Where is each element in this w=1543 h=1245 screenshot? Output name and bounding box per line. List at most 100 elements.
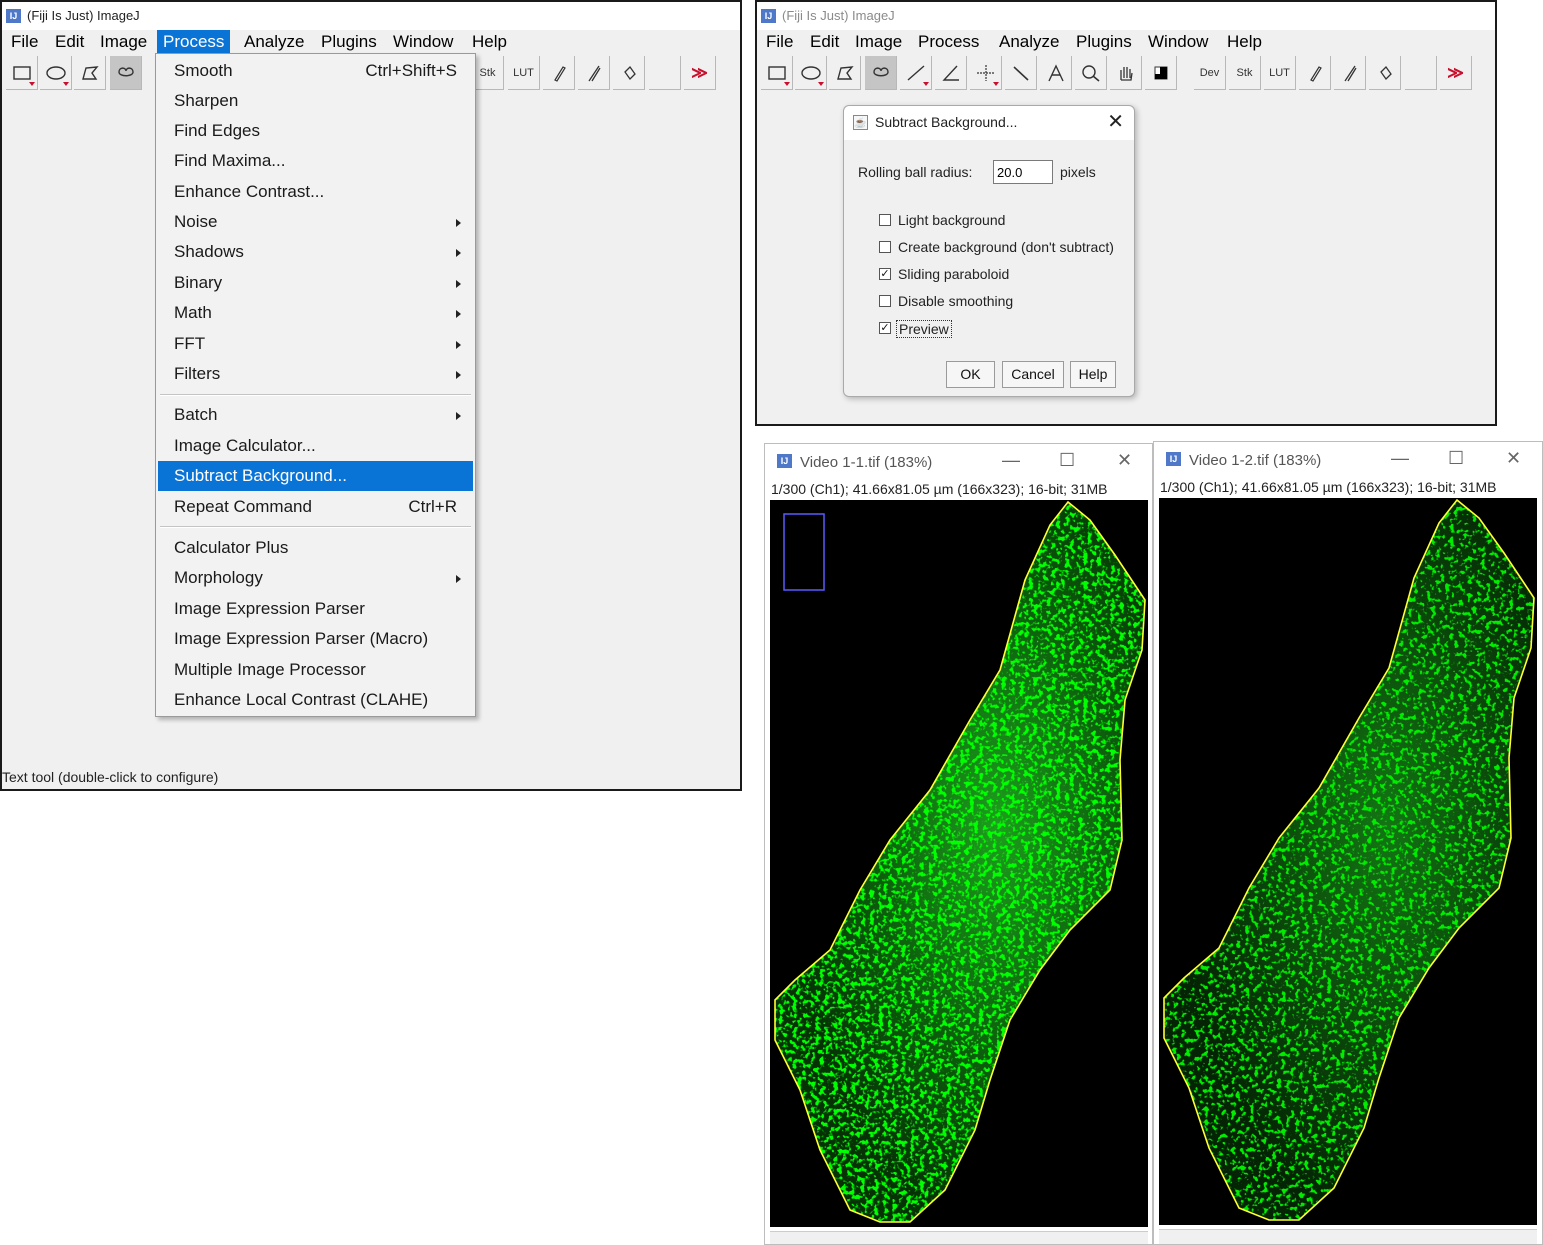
more-tools-icon[interactable]: ≫ [1440, 56, 1472, 90]
menu-analyze[interactable]: Analyze [238, 30, 310, 54]
brush-tool-icon[interactable] [1334, 56, 1366, 90]
close-icon[interactable]: ✕ [1117, 450, 1132, 471]
pencil-tool-icon[interactable] [543, 56, 575, 90]
menu-process[interactable]: Process [912, 30, 985, 54]
image-window-video-1-1: IJ Video 1-1.tif (183%) — ☐ ✕ 1/300 (Ch1… [764, 443, 1153, 1245]
menu-window[interactable]: Window [387, 30, 459, 54]
menu-item-math[interactable]: Math [158, 298, 473, 328]
submenu-arrow-icon [456, 412, 461, 420]
flood-fill-tool-icon[interactable] [613, 56, 645, 90]
flood-fill-tool-icon[interactable] [1369, 56, 1401, 90]
menu-item-repeat-command[interactable]: Repeat Command Ctrl+R [158, 492, 473, 522]
menu-item-image-expression-parser-macro[interactable]: Image Expression Parser (Macro) [158, 624, 473, 654]
help-button[interactable]: Help [1070, 361, 1116, 388]
menu-plugins[interactable]: Plugins [1070, 30, 1138, 54]
lut-tool-icon[interactable]: LUT [508, 56, 540, 90]
rolling-ball-radius-input[interactable] [993, 160, 1053, 184]
menu-image[interactable]: Image [94, 30, 153, 54]
menu-separator [160, 394, 471, 396]
oval-tool-icon[interactable] [795, 56, 827, 90]
menu-window[interactable]: Window [1142, 30, 1214, 54]
sliding-paraboloid-checkbox[interactable]: ✓ [879, 268, 891, 280]
color-picker-tool-icon[interactable] [1145, 56, 1177, 90]
preview-checkbox[interactable]: ✓ [879, 322, 891, 334]
oval-tool-icon[interactable] [40, 56, 72, 90]
minimize-icon[interactable]: — [1002, 450, 1020, 471]
menu-edit[interactable]: Edit [49, 30, 90, 54]
dialog-title-bar: ☕ Subtract Background... ✕ [844, 106, 1134, 140]
create-background-checkbox[interactable] [879, 241, 891, 253]
light-background-checkbox[interactable] [879, 214, 891, 226]
ok-button[interactable]: OK [946, 361, 995, 388]
menu-help[interactable]: Help [466, 30, 513, 54]
menu-item-multiple-image-processor[interactable]: Multiple Image Processor [158, 655, 473, 685]
disable-smoothing-checkbox[interactable] [879, 295, 891, 307]
disable-smoothing-label: Disable smoothing [898, 293, 1014, 309]
menu-item-enhance-contrast[interactable]: Enhance Contrast... [158, 177, 473, 207]
line-tool-icon[interactable] [900, 56, 932, 90]
lut-tool-icon[interactable]: LUT [1264, 56, 1296, 90]
menu-item-morphology[interactable]: Morphology [158, 563, 473, 593]
text-tool-icon[interactable] [1040, 56, 1072, 90]
menu-process[interactable]: Process [157, 30, 231, 54]
close-icon[interactable]: ✕ [1506, 448, 1521, 469]
menu-item-calculator-plus[interactable]: Calculator Plus [158, 533, 473, 563]
image-canvas[interactable] [770, 500, 1148, 1227]
menu-item-subtract-background[interactable]: Subtract Background... [158, 461, 473, 491]
wand-tool-icon[interactable] [1005, 56, 1037, 90]
angle-tool-icon[interactable] [935, 56, 967, 90]
image-canvas[interactable] [1159, 498, 1537, 1225]
cell-image-svg [1163, 498, 1535, 1221]
menu-item-binary[interactable]: Binary [158, 268, 473, 298]
dialog-title: Subtract Background... [875, 114, 1018, 130]
menu-analyze[interactable]: Analyze [993, 30, 1065, 54]
menu-item-label: Math [174, 303, 212, 322]
subtract-background-dialog: ☕ Subtract Background... ✕ Rolling ball … [843, 105, 1135, 397]
menu-item-image-expression-parser[interactable]: Image Expression Parser [158, 594, 473, 624]
stack-tool-icon[interactable]: Stk [472, 56, 504, 90]
cell-image-svg [774, 500, 1146, 1223]
developer-menu-icon[interactable]: Dev [1194, 56, 1226, 90]
polygon-tool-icon[interactable] [74, 56, 106, 90]
menu-item-enhance-local-contrast[interactable]: Enhance Local Contrast (CLAHE) [158, 685, 473, 715]
stack-tool-icon[interactable]: Stk [1229, 56, 1261, 90]
more-tools-icon[interactable]: ≫ [684, 56, 716, 90]
menu-item-filters[interactable]: Filters [158, 359, 473, 389]
menu-file[interactable]: File [5, 30, 44, 54]
menu-item-sharpen[interactable]: Sharpen [158, 86, 473, 116]
polygon-tool-icon[interactable] [829, 56, 861, 90]
brush-tool-icon[interactable] [578, 56, 610, 90]
menu-item-shadows[interactable]: Shadows [158, 237, 473, 267]
rectangle-tool-icon[interactable] [761, 56, 793, 90]
imagej-app-icon: IJ [761, 9, 776, 23]
hand-tool-icon[interactable] [1110, 56, 1142, 90]
menu-image[interactable]: Image [849, 30, 908, 54]
menu-item-find-maxima[interactable]: Find Maxima... [158, 146, 473, 176]
menu-item-batch[interactable]: Batch [158, 400, 473, 430]
zoom-tool-icon[interactable] [1075, 56, 1107, 90]
menu-item-find-edges[interactable]: Find Edges [158, 116, 473, 146]
empty-tool-slot[interactable] [1405, 56, 1437, 90]
minimize-icon[interactable]: — [1391, 448, 1409, 469]
menu-edit[interactable]: Edit [804, 30, 845, 54]
maximize-icon[interactable]: ☐ [1059, 450, 1075, 471]
submenu-arrow-icon [456, 249, 461, 257]
frame-scrollbar[interactable] [770, 1231, 1148, 1244]
menu-plugins[interactable]: Plugins [315, 30, 383, 54]
menu-file[interactable]: File [760, 30, 799, 54]
close-icon[interactable]: ✕ [1107, 112, 1124, 132]
menu-help[interactable]: Help [1221, 30, 1268, 54]
cancel-button[interactable]: Cancel [1002, 361, 1064, 388]
frame-scrollbar[interactable] [1159, 1229, 1537, 1244]
maximize-icon[interactable]: ☐ [1448, 448, 1464, 469]
menu-item-image-calculator[interactable]: Image Calculator... [158, 431, 473, 461]
menu-item-fft[interactable]: FFT [158, 329, 473, 359]
pencil-tool-icon[interactable] [1299, 56, 1331, 90]
menu-item-noise[interactable]: Noise [158, 207, 473, 237]
freehand-tool-icon[interactable] [865, 56, 897, 90]
point-tool-icon[interactable] [970, 56, 1002, 90]
freehand-tool-icon[interactable] [110, 56, 142, 90]
menu-item-smooth[interactable]: Smooth Ctrl+Shift+S [158, 56, 473, 86]
empty-tool-slot[interactable] [649, 56, 681, 90]
rectangle-tool-icon[interactable] [6, 56, 38, 90]
